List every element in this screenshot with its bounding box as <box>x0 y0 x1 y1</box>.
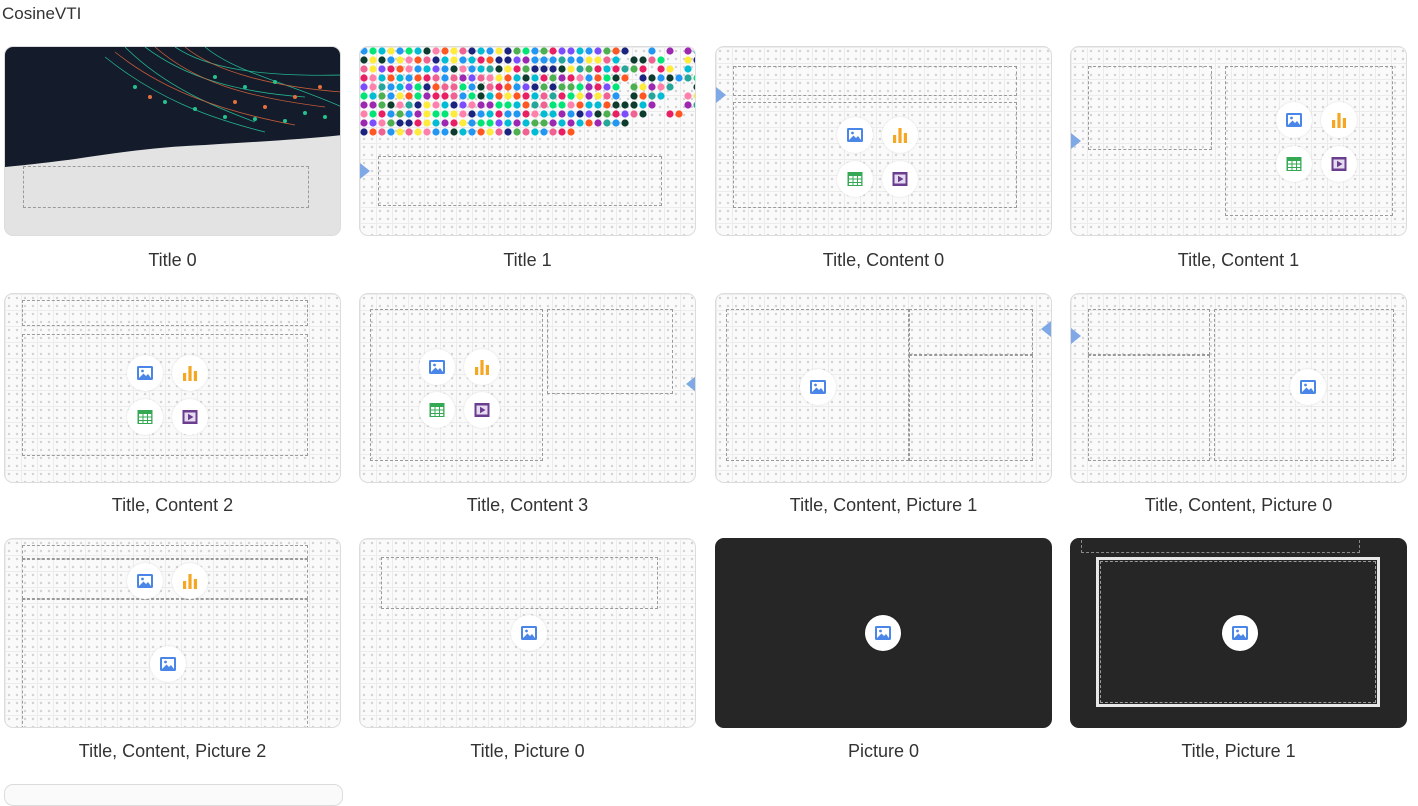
layout-card-title-content-2[interactable] <box>4 293 341 483</box>
layout-label: Title, Content 2 <box>111 495 234 515</box>
layout-label: Picture 0 <box>847 741 920 761</box>
content-placeholder <box>1225 66 1393 216</box>
bar-chart-icon[interactable] <box>464 349 500 385</box>
table-icon[interactable] <box>419 392 455 428</box>
layout-label: Title 1 <box>503 250 552 270</box>
layout-card-picture-0[interactable] <box>715 538 1052 728</box>
content-placeholder <box>22 334 308 456</box>
bar-chart-icon[interactable] <box>1321 102 1357 138</box>
video-icon[interactable] <box>882 161 918 197</box>
picture-icon[interactable] <box>511 615 547 651</box>
bar-chart-icon[interactable] <box>172 355 208 391</box>
picture-icon[interactable] <box>1290 369 1326 405</box>
layout-label: Title, Picture 0 <box>470 741 585 761</box>
slide-marker-icon <box>716 87 726 103</box>
layout-label: Title, Content 1 <box>1177 250 1300 270</box>
table-icon[interactable] <box>837 161 873 197</box>
picture-icon[interactable] <box>127 355 163 391</box>
content-placeholder <box>909 355 1033 461</box>
title-placeholder <box>1088 309 1210 355</box>
slide-marker-icon <box>1041 321 1051 337</box>
title-placeholder <box>381 557 658 609</box>
layout-label: Title 0 <box>148 250 197 270</box>
layout-label: Title, Content, Picture 0 <box>1144 495 1333 515</box>
content-placeholder <box>370 309 543 461</box>
layout-card-title-content-picture-0[interactable] <box>1070 293 1407 483</box>
title-placeholder <box>22 300 308 326</box>
bar-chart-icon[interactable] <box>172 563 208 599</box>
layout-label: Title, Content, Picture 1 <box>789 495 978 515</box>
title-placeholder <box>909 309 1033 355</box>
video-icon[interactable] <box>464 392 500 428</box>
picture-icon[interactable] <box>865 615 901 651</box>
slide-marker-icon <box>1071 133 1081 149</box>
content-placeholder <box>22 559 308 599</box>
layout-card-title-content-0[interactable] <box>715 46 1052 236</box>
title-placeholder <box>22 545 308 559</box>
layout-card-title-content-1[interactable] <box>1070 46 1407 236</box>
layout-card-title-picture-1[interactable] <box>1070 538 1407 728</box>
layout-card-title-content-picture-1[interactable] <box>715 293 1052 483</box>
title-placeholder <box>1088 66 1212 150</box>
content-placeholder <box>733 102 1017 208</box>
layout-label: Title, Content 0 <box>822 250 945 270</box>
page-title: CosineVTI <box>2 4 82 23</box>
layout-card-title-1[interactable] <box>359 46 696 236</box>
layout-card-title-0[interactable] <box>4 46 341 236</box>
layout-label: Title, Picture 1 <box>1181 741 1296 761</box>
colorful-dots-background-image <box>360 47 695 136</box>
slide-marker-icon <box>360 163 370 179</box>
layout-label: Title, Content 3 <box>466 495 589 515</box>
video-icon[interactable] <box>1321 146 1357 182</box>
title-placeholder <box>1081 539 1360 553</box>
picture-icon[interactable] <box>127 563 163 599</box>
picture-icon[interactable] <box>800 369 836 405</box>
layout-card-next[interactable] <box>4 784 343 806</box>
picture-icon[interactable] <box>150 646 186 682</box>
title-placeholder <box>733 66 1017 96</box>
bar-chart-icon[interactable] <box>882 117 918 153</box>
picture-icon[interactable] <box>1222 615 1258 651</box>
picture-icon[interactable] <box>419 349 455 385</box>
slide-marker-icon <box>1071 328 1081 344</box>
table-icon[interactable] <box>1276 146 1312 182</box>
title-placeholder <box>378 156 662 206</box>
picture-icon[interactable] <box>837 117 873 153</box>
title-placeholder <box>547 309 673 394</box>
video-icon[interactable] <box>172 399 208 435</box>
layout-card-title-content-3[interactable] <box>359 293 696 483</box>
layout-label: Title, Content, Picture 2 <box>78 741 267 761</box>
title-placeholder <box>23 166 309 208</box>
content-placeholder <box>1088 355 1210 461</box>
layout-card-title-picture-0[interactable] <box>359 538 696 728</box>
layout-card-title-content-picture-2[interactable] <box>4 538 341 728</box>
slide-marker-icon <box>686 376 695 392</box>
picture-icon[interactable] <box>1276 102 1312 138</box>
table-icon[interactable] <box>127 399 163 435</box>
